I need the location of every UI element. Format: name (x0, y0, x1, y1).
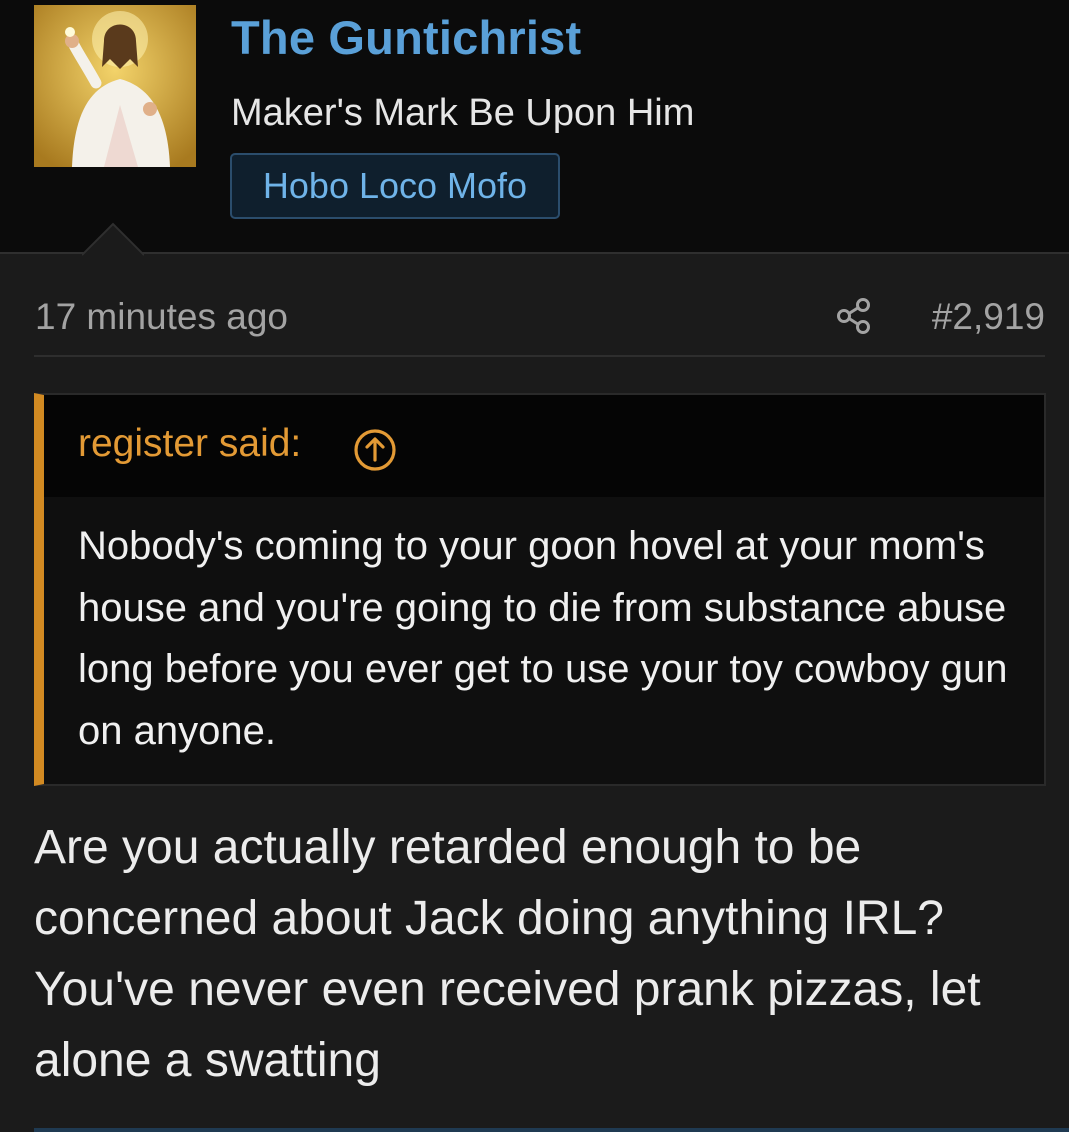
user-title: Maker's Mark Be Upon Him (231, 92, 695, 134)
forum-post: The Guntichrist Maker's Mark Be Upon Him… (0, 0, 1069, 1132)
post-timestamp[interactable]: 17 minutes ago (35, 296, 288, 338)
post-number-link[interactable]: #2,919 (932, 296, 1045, 338)
divider (34, 1128, 1069, 1132)
user-banner: Hobo Loco Mofo (230, 153, 560, 219)
quote-header: register said: (44, 395, 1044, 497)
post-message: Are you actually retarded enough to be c… (34, 821, 981, 1087)
user-header: The Guntichrist Maker's Mark Be Upon Him… (0, 0, 1069, 256)
quote-text: Nobody's coming to your goon hovel at yo… (78, 524, 1008, 753)
share-icon[interactable] (834, 296, 874, 336)
arrow-up-circle-icon[interactable] (352, 427, 398, 473)
quote-block: register said: Nobody's coming to your g… (34, 393, 1046, 786)
avatar[interactable] (34, 5, 196, 167)
header-arrow-notch (82, 222, 144, 256)
username[interactable]: The Guntichrist (231, 10, 581, 65)
quote-author-link[interactable]: register said: (78, 422, 301, 466)
avatar-image (34, 5, 196, 167)
divider (34, 355, 1045, 357)
